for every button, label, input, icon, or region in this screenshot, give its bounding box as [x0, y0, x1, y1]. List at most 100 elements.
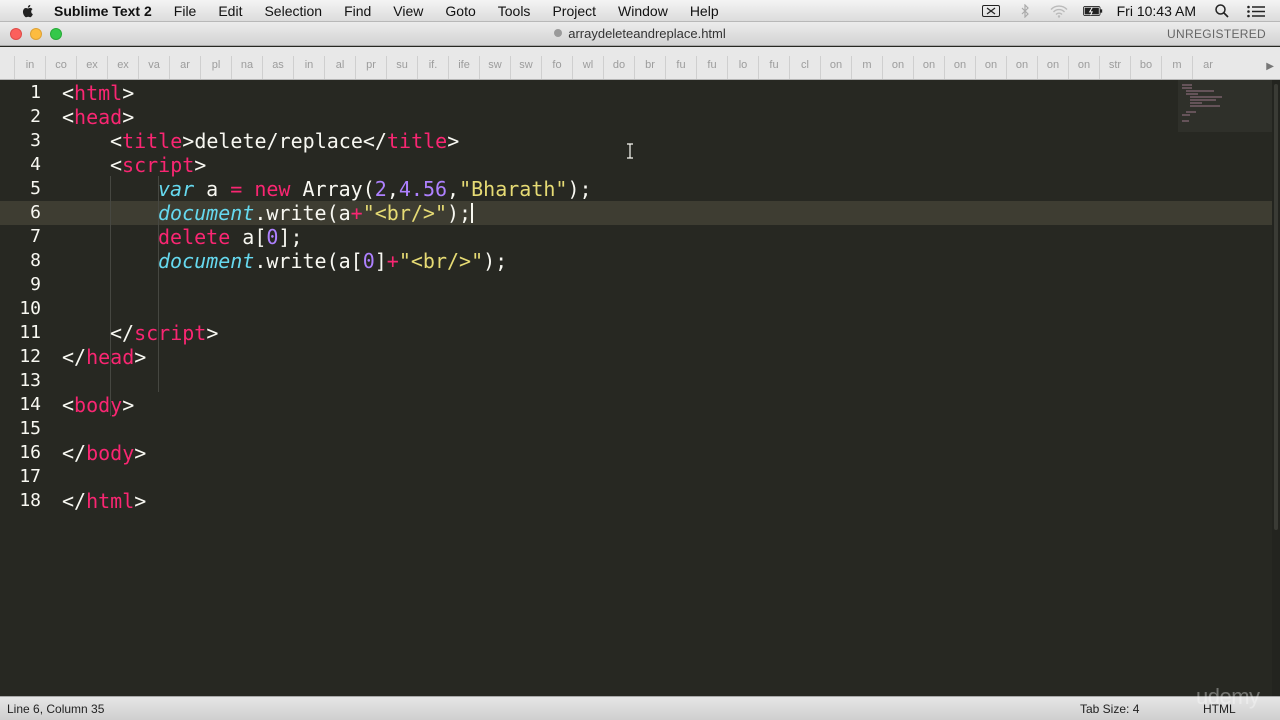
file-tab[interactable]: if.: [417, 56, 448, 79]
menu-app-name[interactable]: Sublime Text 2: [54, 3, 152, 19]
tab-size-selector[interactable]: Tab Size: 4: [1080, 702, 1139, 716]
file-tab[interactable]: wl: [572, 56, 603, 79]
menu-edit[interactable]: Edit: [218, 3, 242, 19]
file-tab[interactable]: on: [820, 56, 851, 79]
line-number[interactable]: 11: [0, 321, 41, 345]
code-editor[interactable]: 1 2 3 4 5 6 7 8 9 10 11 12 13 14 15 16 17 18 <html> <head…: [0, 80, 1272, 696]
menu-bar: Sublime Text 2 File Edit Selection Find …: [0, 0, 1280, 22]
file-tab[interactable]: ar: [169, 56, 200, 79]
line-number[interactable]: 6: [0, 201, 41, 225]
file-tab[interactable]: lo: [727, 56, 758, 79]
file-tab[interactable]: pl: [200, 56, 231, 79]
camera-icon[interactable]: [981, 4, 1001, 18]
line-number[interactable]: 7: [0, 225, 41, 249]
file-tab[interactable]: in: [293, 56, 324, 79]
file-tab[interactable]: on: [913, 56, 944, 79]
file-tab[interactable]: fu: [696, 56, 727, 79]
file-tab[interactable]: pr: [355, 56, 386, 79]
file-tab[interactable]: on: [975, 56, 1006, 79]
code-line-2[interactable]: <head>: [62, 105, 134, 129]
file-tab[interactable]: m: [851, 56, 882, 79]
code-line-11[interactable]: </script>: [110, 321, 218, 345]
menu-find[interactable]: Find: [344, 3, 371, 19]
scrollbar-thumb[interactable]: [1274, 84, 1278, 530]
file-tab[interactable]: fu: [665, 56, 696, 79]
file-tab[interactable]: on: [1006, 56, 1037, 79]
search-icon[interactable]: [1212, 4, 1232, 18]
code-line-1[interactable]: <html>: [62, 81, 134, 105]
minimap[interactable]: [1178, 80, 1272, 132]
line-number[interactable]: 12: [0, 345, 41, 369]
code-line-18[interactable]: </html>: [62, 489, 146, 513]
line-number[interactable]: 1: [0, 81, 41, 105]
document-icon: [554, 29, 563, 37]
file-tab[interactable]: on: [944, 56, 975, 79]
file-tab[interactable]: bo: [1130, 56, 1161, 79]
file-tab[interactable]: sw: [510, 56, 541, 79]
file-tab[interactable]: ife: [448, 56, 479, 79]
menu-tools[interactable]: Tools: [498, 3, 531, 19]
menu-selection[interactable]: Selection: [264, 3, 322, 19]
battery-icon[interactable]: [1082, 4, 1103, 18]
code-line-4[interactable]: <script>: [110, 153, 206, 177]
code-line-7[interactable]: delete a[0];: [158, 225, 303, 249]
menubar-clock[interactable]: Fri 10:43 AM: [1117, 3, 1196, 19]
line-number[interactable]: 8: [0, 249, 41, 273]
file-tab[interactable]: co: [45, 56, 76, 79]
line-number[interactable]: 14: [0, 393, 41, 417]
line-number[interactable]: 10: [0, 297, 41, 321]
line-number[interactable]: 4: [0, 153, 41, 177]
file-tab[interactable]: str: [1099, 56, 1130, 79]
file-tab[interactable]: su: [386, 56, 417, 79]
file-tab[interactable]: al: [324, 56, 355, 79]
file-tab[interactable]: fu: [758, 56, 789, 79]
menu-file[interactable]: File: [174, 3, 197, 19]
code-line-16[interactable]: </body>: [62, 441, 146, 465]
minimap-line: [1182, 114, 1190, 116]
menu-window[interactable]: Window: [618, 3, 668, 19]
code-line-8[interactable]: document.write(a[0]+"<br/>");: [158, 249, 507, 273]
code-line-6[interactable]: document.write(a+"<br/>");: [158, 201, 474, 225]
line-number[interactable]: 16: [0, 441, 41, 465]
file-tab[interactable]: on: [1068, 56, 1099, 79]
code-line-3[interactable]: <title>delete/replace</title>: [110, 129, 459, 153]
line-number[interactable]: 5: [0, 177, 41, 201]
code-line-14[interactable]: <body>: [62, 393, 134, 417]
file-tab[interactable]: do: [603, 56, 634, 79]
menu-project[interactable]: Project: [552, 3, 596, 19]
line-number[interactable]: 15: [0, 417, 41, 441]
vertical-scrollbar[interactable]: [1272, 80, 1280, 696]
file-tab[interactable]: on: [882, 56, 913, 79]
line-number[interactable]: 3: [0, 129, 41, 153]
file-tab[interactable]: in: [14, 56, 45, 79]
wifi-icon[interactable]: [1049, 4, 1069, 18]
apple-icon[interactable]: [20, 3, 36, 19]
minimap-line: [1186, 90, 1214, 92]
menu-help[interactable]: Help: [690, 3, 719, 19]
file-tab[interactable]: fo: [541, 56, 572, 79]
list-icon[interactable]: [1246, 4, 1266, 18]
file-tab[interactable]: na: [231, 56, 262, 79]
menu-goto[interactable]: Goto: [445, 3, 475, 19]
bluetooth-icon[interactable]: [1015, 4, 1035, 18]
minimap-line: [1190, 105, 1220, 107]
file-tab[interactable]: on: [1037, 56, 1068, 79]
file-tab[interactable]: m: [1161, 56, 1192, 79]
line-number[interactable]: 2: [0, 105, 41, 129]
file-tab[interactable]: br: [634, 56, 665, 79]
code-line-5[interactable]: var a = new Array(2,4.56,"Bharath");: [158, 177, 592, 201]
menu-view[interactable]: View: [393, 3, 423, 19]
file-tab[interactable]: ex: [76, 56, 107, 79]
file-tab[interactable]: cl: [789, 56, 820, 79]
tab-scroll-right-icon[interactable]: ▶: [1266, 61, 1274, 72]
line-number[interactable]: 9: [0, 273, 41, 297]
line-number[interactable]: 18: [0, 489, 41, 513]
file-tab[interactable]: sw: [479, 56, 510, 79]
line-number[interactable]: 17: [0, 465, 41, 489]
code-line-12[interactable]: </head>: [62, 345, 146, 369]
file-tab[interactable]: as: [262, 56, 293, 79]
file-tab[interactable]: va: [138, 56, 169, 79]
file-tab[interactable]: ex: [107, 56, 138, 79]
file-tab[interactable]: ar: [1192, 56, 1223, 79]
line-number[interactable]: 13: [0, 369, 41, 393]
